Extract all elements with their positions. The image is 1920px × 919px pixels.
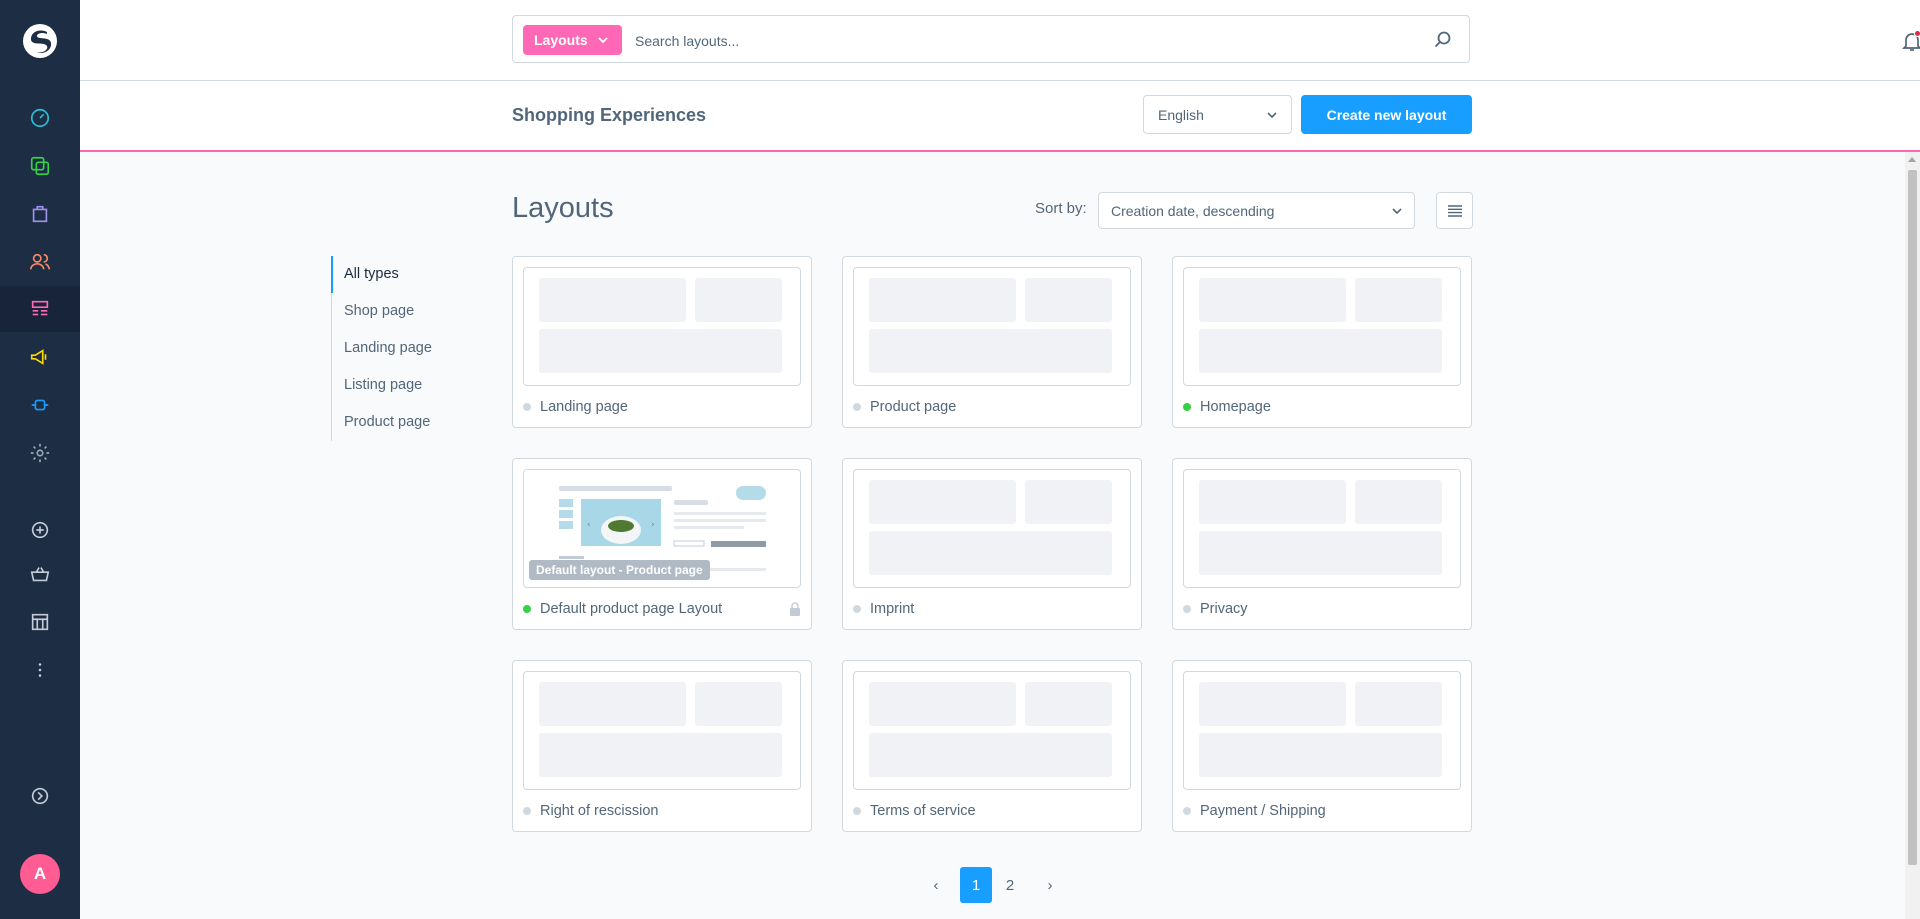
layout-preview: [523, 671, 801, 790]
layout-preview: [853, 671, 1131, 790]
status-dot: [523, 605, 531, 613]
layout-preview: [1183, 267, 1461, 386]
catalog-icon[interactable]: [0, 143, 80, 189]
search-type-label: Layouts: [534, 32, 588, 48]
marketing-icon[interactable]: [0, 334, 80, 380]
layout-name: Privacy: [1200, 601, 1248, 617]
notification-bell-icon[interactable]: [1900, 29, 1920, 53]
search-icon[interactable]: [1433, 30, 1453, 50]
layout-card[interactable]: Terms of service: [842, 660, 1142, 832]
layout-name: Product page: [870, 399, 957, 415]
smart-bar: Shopping Experiences English Create new …: [80, 81, 1920, 152]
layout-card[interactable]: Payment / Shipping: [1172, 660, 1472, 832]
layout-preview: [1183, 469, 1461, 588]
storefront-icon[interactable]: [0, 551, 80, 597]
layout-card[interactable]: Homepage: [1172, 256, 1472, 428]
status-dot: [853, 403, 861, 411]
layout-preview: ‹ › Default layout - Product page: [523, 469, 801, 588]
layout-card[interactable]: Right of rescission: [512, 660, 812, 832]
layout-card[interactable]: Privacy: [1172, 458, 1472, 630]
layout-card[interactable]: Imprint: [842, 458, 1142, 630]
search-type-dropdown[interactable]: Layouts: [523, 25, 622, 55]
status-dot: [523, 807, 531, 815]
layout-type-filter: All types Shop page Landing page Listing…: [331, 256, 464, 441]
top-bar: Layouts: [80, 0, 1920, 81]
layout-name: Landing page: [540, 399, 628, 415]
layout-preview: [853, 267, 1131, 386]
layout-name: Payment / Shipping: [1200, 803, 1326, 819]
search-input[interactable]: [633, 25, 1417, 57]
orders-icon[interactable]: [0, 191, 80, 237]
status-dot: [1183, 403, 1191, 411]
global-search: Layouts: [512, 15, 1470, 63]
prev-page-button[interactable]: ‹: [920, 867, 952, 903]
content-icon[interactable]: [0, 286, 80, 332]
pagination: ‹ 1 2 ›: [920, 867, 1066, 903]
status-dot: [1183, 605, 1191, 613]
status-dot: [853, 807, 861, 815]
layout-name: Right of rescission: [540, 803, 659, 819]
page-heading: Shopping Experiences: [512, 105, 707, 125]
layout-preview: [523, 267, 801, 386]
customers-icon[interactable]: [0, 239, 80, 285]
settings-icon[interactable]: [0, 430, 80, 476]
layout-name: Terms of service: [870, 803, 976, 819]
filter-landing-page[interactable]: Landing page: [332, 330, 464, 367]
shopware-logo[interactable]: [20, 21, 60, 61]
language-value: English: [1158, 106, 1204, 123]
admin-sidebar: A: [0, 0, 80, 919]
layout-name: Homepage: [1200, 399, 1271, 415]
layout-card[interactable]: Landing page: [512, 256, 812, 428]
filter-listing-page[interactable]: Listing page: [332, 367, 464, 404]
layouts-title: Layouts: [512, 192, 614, 224]
filter-all-types[interactable]: All types: [331, 256, 464, 293]
status-dot: [1183, 807, 1191, 815]
layout-card[interactable]: Product page: [842, 256, 1142, 428]
headless-icon[interactable]: [0, 599, 80, 645]
status-dot: [853, 605, 861, 613]
layout-preview: [853, 469, 1131, 588]
filter-shop-page[interactable]: Shop page: [332, 293, 464, 330]
more-icon[interactable]: [0, 647, 80, 693]
layout-preview: [1183, 671, 1461, 790]
next-page-button[interactable]: ›: [1034, 867, 1066, 903]
page-2-button[interactable]: 2: [994, 867, 1026, 903]
filter-product-page[interactable]: Product page: [332, 404, 464, 441]
scroll-up-arrow-icon[interactable]: [1908, 157, 1916, 162]
create-layout-button[interactable]: Create new layout: [1301, 95, 1472, 134]
status-dot: [523, 403, 531, 411]
add-sales-channel-icon[interactable]: [0, 507, 80, 553]
extensions-icon[interactable]: [0, 382, 80, 428]
list-view-toggle[interactable]: [1436, 192, 1473, 229]
page-1-button[interactable]: 1: [960, 867, 992, 903]
sort-label: Sort by:: [1035, 200, 1087, 217]
chevron-down-icon: [598, 37, 608, 44]
sort-value: Creation date, descending: [1111, 202, 1275, 219]
list-view-icon: [1447, 204, 1462, 217]
svg-text:‹: ‹: [587, 520, 591, 530]
sort-select[interactable]: Creation date, descending: [1098, 192, 1415, 229]
dashboard-icon[interactable]: [0, 95, 80, 141]
layout-name: Default product page Layout: [540, 601, 723, 617]
scrollbar-thumb[interactable]: [1908, 170, 1917, 865]
page-scrollbar[interactable]: [1905, 152, 1920, 919]
chevron-down-icon: [1392, 207, 1402, 214]
expand-sidebar-icon[interactable]: [0, 773, 80, 819]
layout-card[interactable]: ‹ › Default layout - Product page Defaul…: [512, 458, 812, 630]
svg-text:›: ›: [651, 520, 655, 530]
lock-icon: [790, 602, 800, 616]
chevron-down-icon: [1267, 111, 1277, 118]
layout-name: Imprint: [870, 601, 915, 617]
user-avatar[interactable]: A: [20, 854, 60, 894]
language-switch[interactable]: English: [1143, 95, 1292, 134]
default-layout-tag: Default layout - Product page: [529, 560, 710, 580]
